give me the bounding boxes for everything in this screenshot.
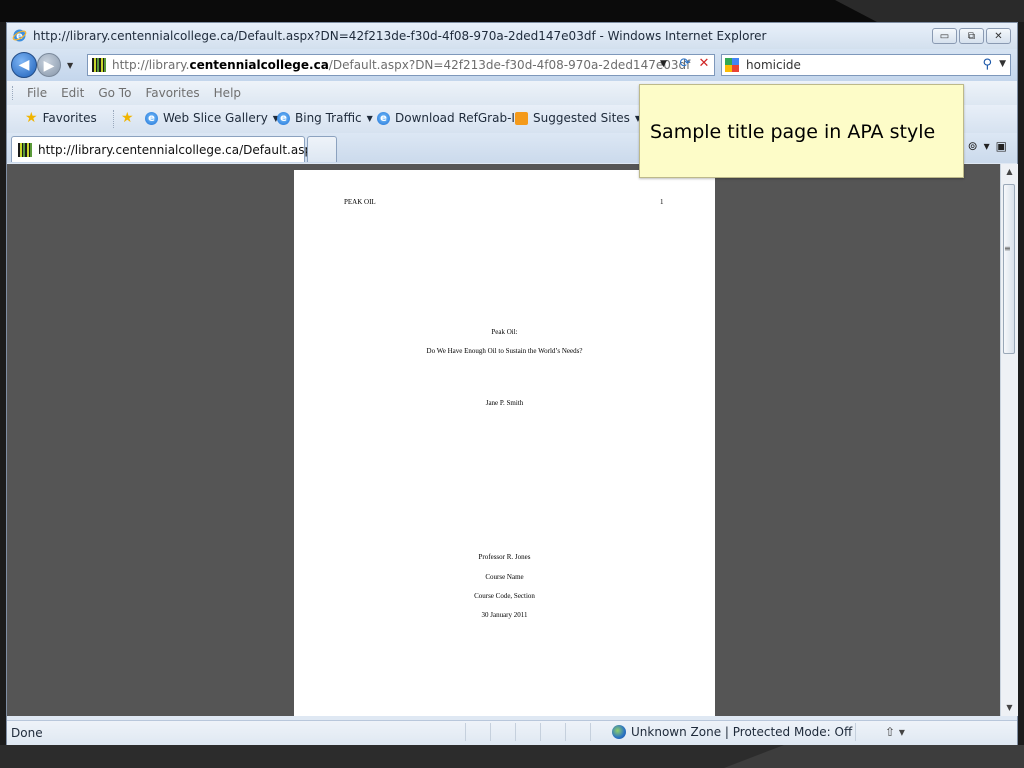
status-divider: [855, 723, 856, 741]
search-box[interactable]: homicide ⚲ ▼: [721, 54, 1011, 76]
site-favicon-icon: [18, 143, 32, 157]
forward-button[interactable]: ▶: [37, 53, 61, 77]
search-icon[interactable]: ⚲: [982, 57, 992, 72]
navigation-row: ◀ ▶ ▼ http://library.centennialcollege.c…: [7, 49, 1017, 81]
url-path: /Default.aspx?DN=42f213de-f30d-4f08-970a…: [328, 58, 691, 72]
page-viewport: PEAK OIL 1 Peak Oil: Do We Have Enough O…: [7, 164, 1000, 716]
favorites-label: Favorites: [42, 111, 97, 125]
status-pane: [515, 723, 540, 741]
scroll-grip-icon: ≡: [1004, 244, 1011, 253]
course-name: Course Name: [485, 573, 524, 581]
course-code: Course Code, Section: [474, 592, 535, 600]
search-options-dropdown-icon[interactable]: ▼: [999, 59, 1006, 69]
new-tab-button[interactable]: [307, 136, 337, 162]
google-icon: [725, 58, 739, 72]
address-dropdown-icon[interactable]: ▼: [660, 59, 667, 69]
zone-text: Unknown Zone | Protected Mode: Off: [631, 725, 853, 739]
title-bar: e http://library.centennialcollege.ca/De…: [7, 23, 1017, 49]
status-panes: [465, 723, 615, 741]
close-button[interactable]: ✕: [986, 28, 1011, 44]
fav-label: Web Slice Gallery: [163, 111, 268, 125]
internet-explorer-icon: e: [12, 28, 27, 43]
fav-label: Download RefGrab-It: [395, 111, 520, 125]
command-bar-right: ⊚ ▾ ▣: [968, 139, 1007, 153]
submission-date: 30 January 2011: [481, 611, 528, 619]
fav-download-refgrab-it[interactable]: e Download RefGrab-It: [377, 111, 520, 125]
professor-name: Professor R. Jones: [478, 553, 531, 561]
tools-dropdown-icon[interactable]: ▾: [984, 139, 990, 153]
paper-title-line2: Do We Have Enough Oil to Sustain the Wor…: [426, 347, 583, 355]
status-pane: [565, 723, 590, 741]
back-button[interactable]: ◀: [11, 52, 37, 78]
running-head: PEAK OIL: [344, 198, 376, 206]
window-title: http://library.centennialcollege.ca/Defa…: [33, 29, 767, 43]
menu-items: File Edit Go To Favorites Help: [27, 86, 241, 100]
document-page: PEAK OIL 1 Peak Oil: Do We Have Enough O…: [294, 170, 715, 716]
bottom-frame-slant: [724, 745, 1024, 768]
status-pane: [490, 723, 515, 741]
favorites-button[interactable]: ★ Favorites: [25, 111, 97, 125]
help-icon[interactable]: ⊚: [968, 139, 978, 153]
ie-page-icon: e: [145, 111, 158, 125]
favbar-separator: [113, 110, 115, 128]
search-input[interactable]: homicide: [746, 58, 801, 72]
fav-suggested-sites[interactable]: Suggested Sites ▼: [515, 111, 641, 125]
site-favicon-icon: [92, 58, 106, 72]
dropdown-icon: ▼: [366, 113, 373, 123]
recent-pages-dropdown-icon[interactable]: ▼: [67, 61, 73, 70]
tab-label: http://library.centennialcollege.ca/Defa…: [38, 143, 337, 157]
minimize-button[interactable]: ▭: [932, 28, 957, 44]
address-bar[interactable]: http://library.centennialcollege.ca/Defa…: [87, 54, 715, 76]
fav-bing-traffic[interactable]: e Bing Traffic ▼: [277, 111, 373, 125]
callout-text: Sample title page in APA style: [650, 121, 936, 143]
url-domain: centennialcollege.ca: [189, 58, 329, 72]
suggested-sites-icon: [515, 111, 528, 125]
url-prefix: http://library.: [112, 58, 190, 72]
status-pane: [465, 723, 490, 741]
menu-edit[interactable]: Edit: [61, 86, 84, 100]
add-favorite-icon: ★: [121, 110, 134, 126]
research-icon[interactable]: ▣: [996, 139, 1007, 153]
annotation-callout: Sample title page in APA style: [639, 84, 964, 178]
vertical-scrollbar[interactable]: ▲ ≡ ▼: [1000, 164, 1018, 716]
security-zone[interactable]: Unknown Zone | Protected Mode: Off: [612, 725, 852, 739]
add-to-favorites-bar-button[interactable]: ★: [121, 111, 134, 125]
scroll-up-icon[interactable]: ▲: [1001, 164, 1018, 180]
refresh-icon[interactable]: ⟳: [676, 56, 694, 74]
bottom-frame-band: [0, 745, 1024, 768]
scroll-down-icon[interactable]: ▼: [1001, 700, 1018, 716]
menu-favorites[interactable]: Favorites: [145, 86, 199, 100]
ie-page-icon: e: [377, 111, 390, 125]
fav-label: Bing Traffic: [295, 111, 362, 125]
scroll-thumb[interactable]: [1003, 184, 1015, 354]
stop-icon[interactable]: ✕: [696, 56, 712, 74]
favorites-star-icon: ★: [25, 110, 38, 126]
page-number: 1: [660, 198, 664, 206]
fav-web-slice-gallery[interactable]: e Web Slice Gallery ▼: [145, 111, 279, 125]
author-name: Jane P. Smith: [485, 399, 524, 407]
menu-grip: [12, 86, 15, 100]
top-frame-slant: [835, 0, 1024, 22]
window-controls: ▭ ⧉ ✕: [932, 28, 1011, 44]
restore-button[interactable]: ⧉: [959, 28, 984, 44]
address-url[interactable]: http://library.centennialcollege.ca/Defa…: [112, 58, 690, 72]
tab-library[interactable]: http://library.centennialcollege.ca/Defa…: [11, 136, 337, 162]
status-bar: Done Unknown Zone | Protected Mode: Off …: [7, 720, 1017, 745]
ie-page-icon: e: [277, 111, 290, 125]
globe-icon: [612, 725, 626, 739]
paper-title-line1: Peak Oil:: [491, 328, 518, 336]
zoom-dropdown-icon[interactable]: ⇧ ▾: [885, 725, 905, 739]
status-pane: [540, 723, 565, 741]
menu-go-to[interactable]: Go To: [98, 86, 131, 100]
fav-label: Suggested Sites: [533, 111, 630, 125]
menu-file[interactable]: File: [27, 86, 47, 100]
status-text: Done: [11, 726, 43, 740]
top-frame-band: [0, 0, 1024, 22]
menu-help[interactable]: Help: [214, 86, 241, 100]
